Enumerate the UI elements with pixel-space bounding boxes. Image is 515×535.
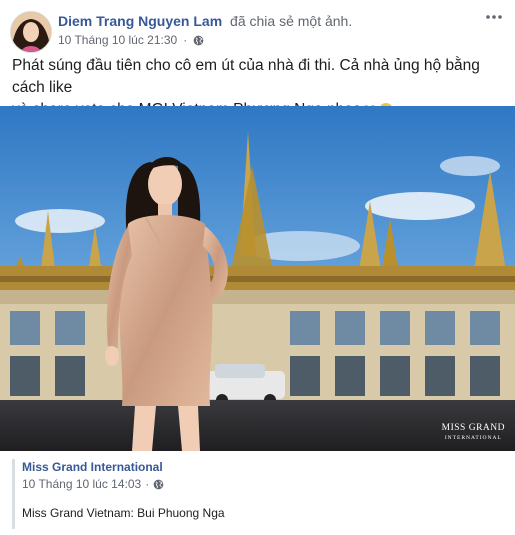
- post-meta: 10 Tháng 10 lúc 21:30 ·: [58, 33, 204, 47]
- shared-post-message: Miss Grand Vietnam: Bui Phuong Nga: [22, 506, 225, 520]
- shared-page-name-link[interactable]: Miss Grand International: [22, 460, 163, 474]
- photo-watermark: MISS GRAND INTERNATIONAL: [442, 423, 505, 443]
- meta-separator: ·: [183, 33, 188, 47]
- post-photo[interactable]: MISS GRAND INTERNATIONAL: [0, 106, 515, 451]
- globe-icon[interactable]: [193, 35, 204, 46]
- post-message-line-1: Phát súng đầu tiên cho cô em út của nhà …: [12, 57, 480, 96]
- avatar[interactable]: [10, 11, 52, 53]
- shared-timestamp-link[interactable]: 10 Tháng 10 lúc 14:03: [22, 477, 141, 491]
- shared-post-card[interactable]: Miss Grand International 10 Tháng 10 lúc…: [12, 451, 503, 535]
- shared-post-meta: 10 Tháng 10 lúc 14:03 ·: [22, 477, 164, 491]
- author-name-link[interactable]: Diem Trang Nguyen Lam: [58, 13, 222, 29]
- watermark-main: MISS GRAND: [441, 423, 505, 433]
- shared-post-divider: [12, 459, 15, 529]
- shared-meta-separator: ·: [145, 477, 150, 491]
- globe-icon[interactable]: [153, 479, 164, 490]
- watermark-sub: INTERNATIONAL: [444, 435, 502, 441]
- more-horizontal-icon[interactable]: [483, 9, 505, 25]
- author-action-text: đã chia sẻ một ảnh.: [230, 13, 353, 29]
- facebook-post: Diem Trang Nguyen Lam đã chia sẻ một ảnh…: [0, 0, 515, 535]
- post-timestamp-link[interactable]: 10 Tháng 10 lúc 21:30: [58, 33, 177, 47]
- author-line: Diem Trang Nguyen Lam đã chia sẻ một ảnh…: [58, 13, 352, 29]
